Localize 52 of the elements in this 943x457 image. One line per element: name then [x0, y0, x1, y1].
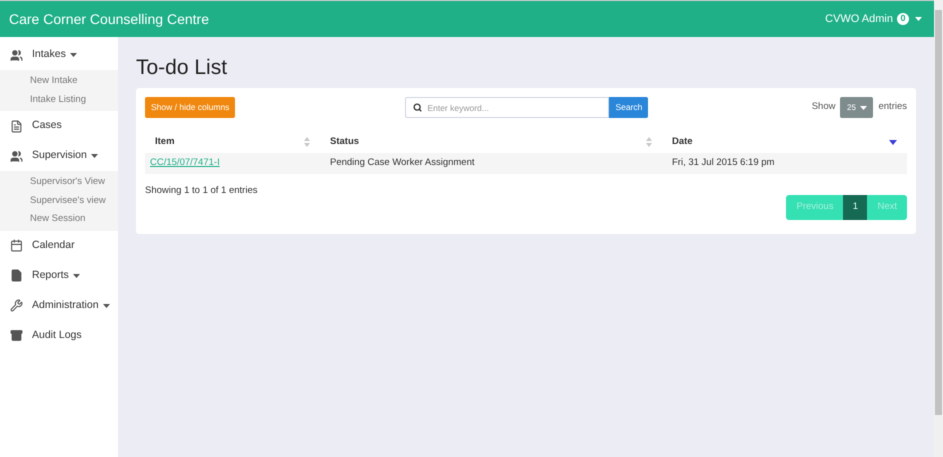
users-icon — [10, 150, 23, 162]
sort-icon[interactable] — [304, 137, 310, 147]
sidebar-item[interactable]: Cases — [0, 111, 118, 141]
table-cell: Fri, 31 Jul 2015 6:19 pm — [672, 157, 774, 168]
page-title: To-do List — [136, 57, 228, 78]
calendar-icon — [10, 239, 23, 252]
submenu-item[interactable]: Supervisee's view — [0, 192, 118, 210]
archive-icon — [10, 329, 23, 342]
sidebar-item[interactable]: Audit Logs — [0, 320, 118, 350]
scrollbar-thumb[interactable] — [935, 10, 942, 415]
scrollbar[interactable] — [934, 0, 943, 457]
submenu-item[interactable]: New Session — [0, 210, 118, 228]
column-header[interactable]: Date — [662, 131, 907, 153]
column-header[interactable]: Status — [320, 131, 662, 153]
search-field[interactable]: Enter keyword... — [405, 97, 610, 118]
search-icon — [413, 103, 422, 112]
sidebar-label: Reports — [32, 268, 69, 283]
document-icon — [10, 120, 23, 132]
column-header[interactable]: Item — [145, 131, 320, 153]
entries-info: Showing 1 to 1 of 1 entries — [145, 184, 258, 198]
submenu-item[interactable]: Intake Listing — [0, 90, 118, 109]
show-label: Show — [812, 100, 836, 114]
case-link[interactable]: CC/15/07/7471-I — [150, 157, 220, 168]
users-icon — [10, 48, 23, 62]
sidebar-label: Audit Logs — [32, 328, 82, 343]
sidebar-label: Calendar — [32, 238, 75, 253]
sidebar-label: Intakes — [32, 47, 66, 62]
entries-label: entries — [878, 100, 907, 114]
table-cell: Pending Case Worker Assignment — [330, 157, 475, 168]
caret-icon — [860, 106, 867, 110]
sidebar-item[interactable]: Reports — [0, 260, 118, 290]
search-button[interactable]: Search — [609, 97, 648, 118]
page-button[interactable]: 1 — [843, 195, 868, 220]
sidebar-item[interactable]: Supervision — [0, 141, 118, 171]
app-title[interactable]: Care Corner Counselling Centre — [9, 8, 209, 30]
sidebar-item[interactable]: Calendar — [0, 230, 118, 260]
sidebar-label: Supervision — [32, 148, 87, 164]
sort-icon[interactable] — [646, 137, 652, 147]
submenu-item[interactable]: Supervisor's View — [0, 173, 118, 192]
sidebar-item[interactable]: Intakes — [0, 40, 118, 70]
show-hide-columns-button[interactable]: Show / hide columns — [145, 97, 236, 118]
file-icon — [10, 269, 23, 282]
user-menu[interactable]: CVWO Admin 0 — [825, 10, 922, 28]
submenu-item[interactable]: New Intake — [0, 72, 118, 90]
notification-badge: 0 — [897, 13, 909, 25]
sidebar-label: Administration — [32, 298, 99, 313]
page-size-dropdown[interactable]: 25 — [840, 97, 874, 118]
caret-icon — [915, 17, 922, 21]
sidebar-label: Cases — [32, 118, 62, 134]
sort-descending-icon[interactable] — [889, 140, 897, 144]
wrench-icon — [10, 299, 23, 312]
sidebar-item[interactable]: Administration — [0, 290, 118, 320]
